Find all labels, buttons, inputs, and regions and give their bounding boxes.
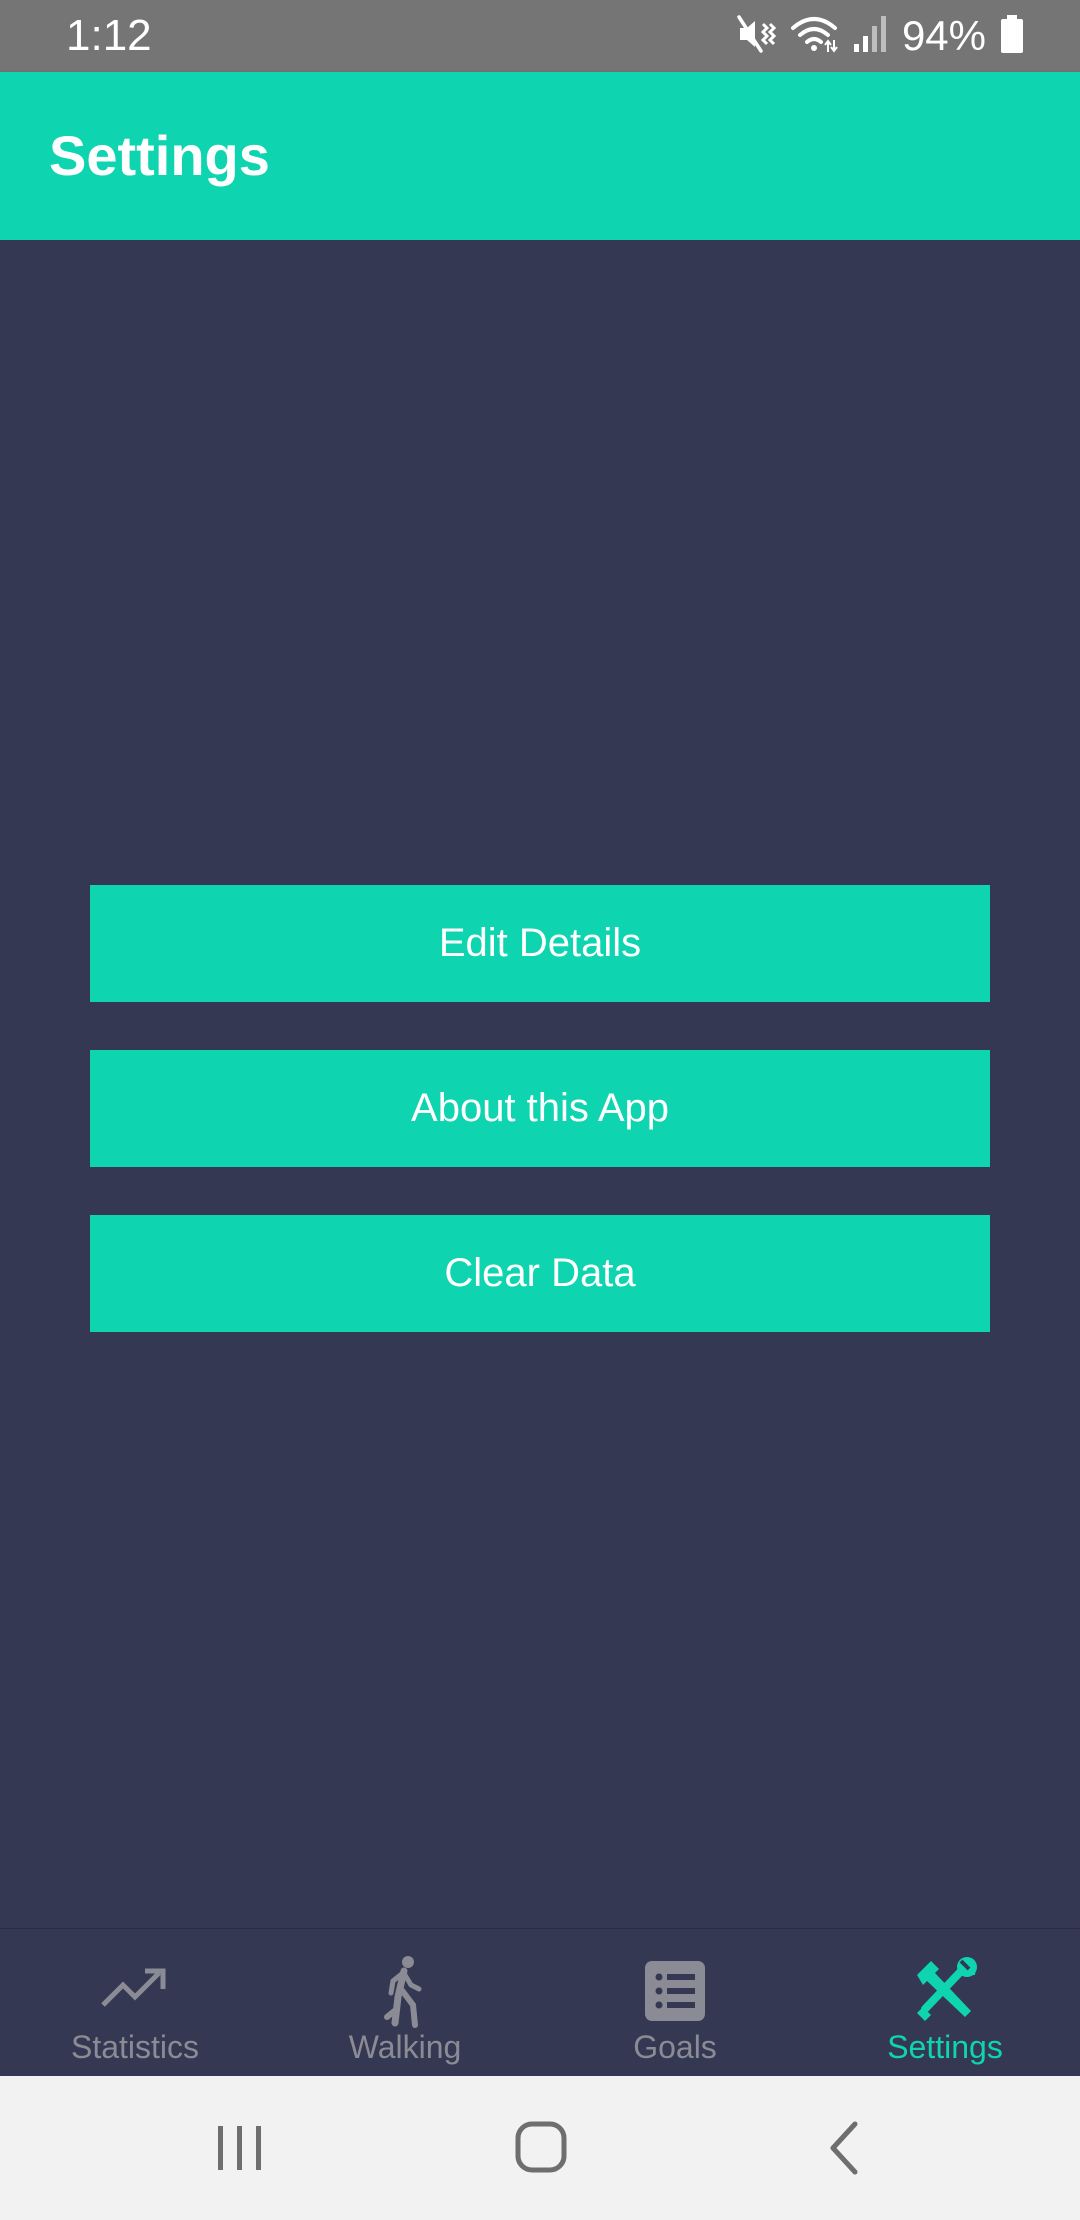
page-title: Settings [49,124,270,187]
home-icon[interactable] [502,2108,582,2188]
trending-up-icon [97,1953,173,2029]
status-icons: 94% [736,14,1024,58]
tools-icon [907,1953,983,2029]
battery-percent: 94% [901,12,986,59]
nav-label-walking: Walking [348,2029,462,2065]
bottom-navigation: Statistics Walking Goals Settings [0,1928,1080,2077]
recents-icon[interactable] [200,2108,280,2188]
about-app-button[interactable]: About this App [90,1050,990,1167]
app-bar: Settings [0,72,1080,240]
status-bar: 1:12 94% [0,0,1080,72]
nav-item-settings[interactable]: Settings [810,1929,1080,2077]
list-icon [637,1953,713,2029]
signal-icon [852,14,888,59]
walking-icon [367,1953,443,2029]
edit-details-button[interactable]: Edit Details [90,885,990,1002]
nav-item-walking[interactable]: Walking [270,1929,540,2077]
nav-label-statistics: Statistics [70,2029,200,2065]
mute-vibrate-icon [736,14,777,59]
status-time: 1:12 [66,11,152,60]
nav-item-statistics[interactable]: Statistics [0,1929,270,2077]
system-navigation-bar [0,2076,1080,2220]
nav-label-goals: Goals [633,2029,717,2065]
nav-item-goals[interactable]: Goals [540,1929,810,2077]
nav-label-settings: Settings [887,2029,1003,2065]
back-icon[interactable] [805,2108,885,2188]
battery-icon [1000,14,1024,59]
clear-data-button[interactable]: Clear Data [90,1215,990,1332]
wifi-icon [790,14,838,59]
